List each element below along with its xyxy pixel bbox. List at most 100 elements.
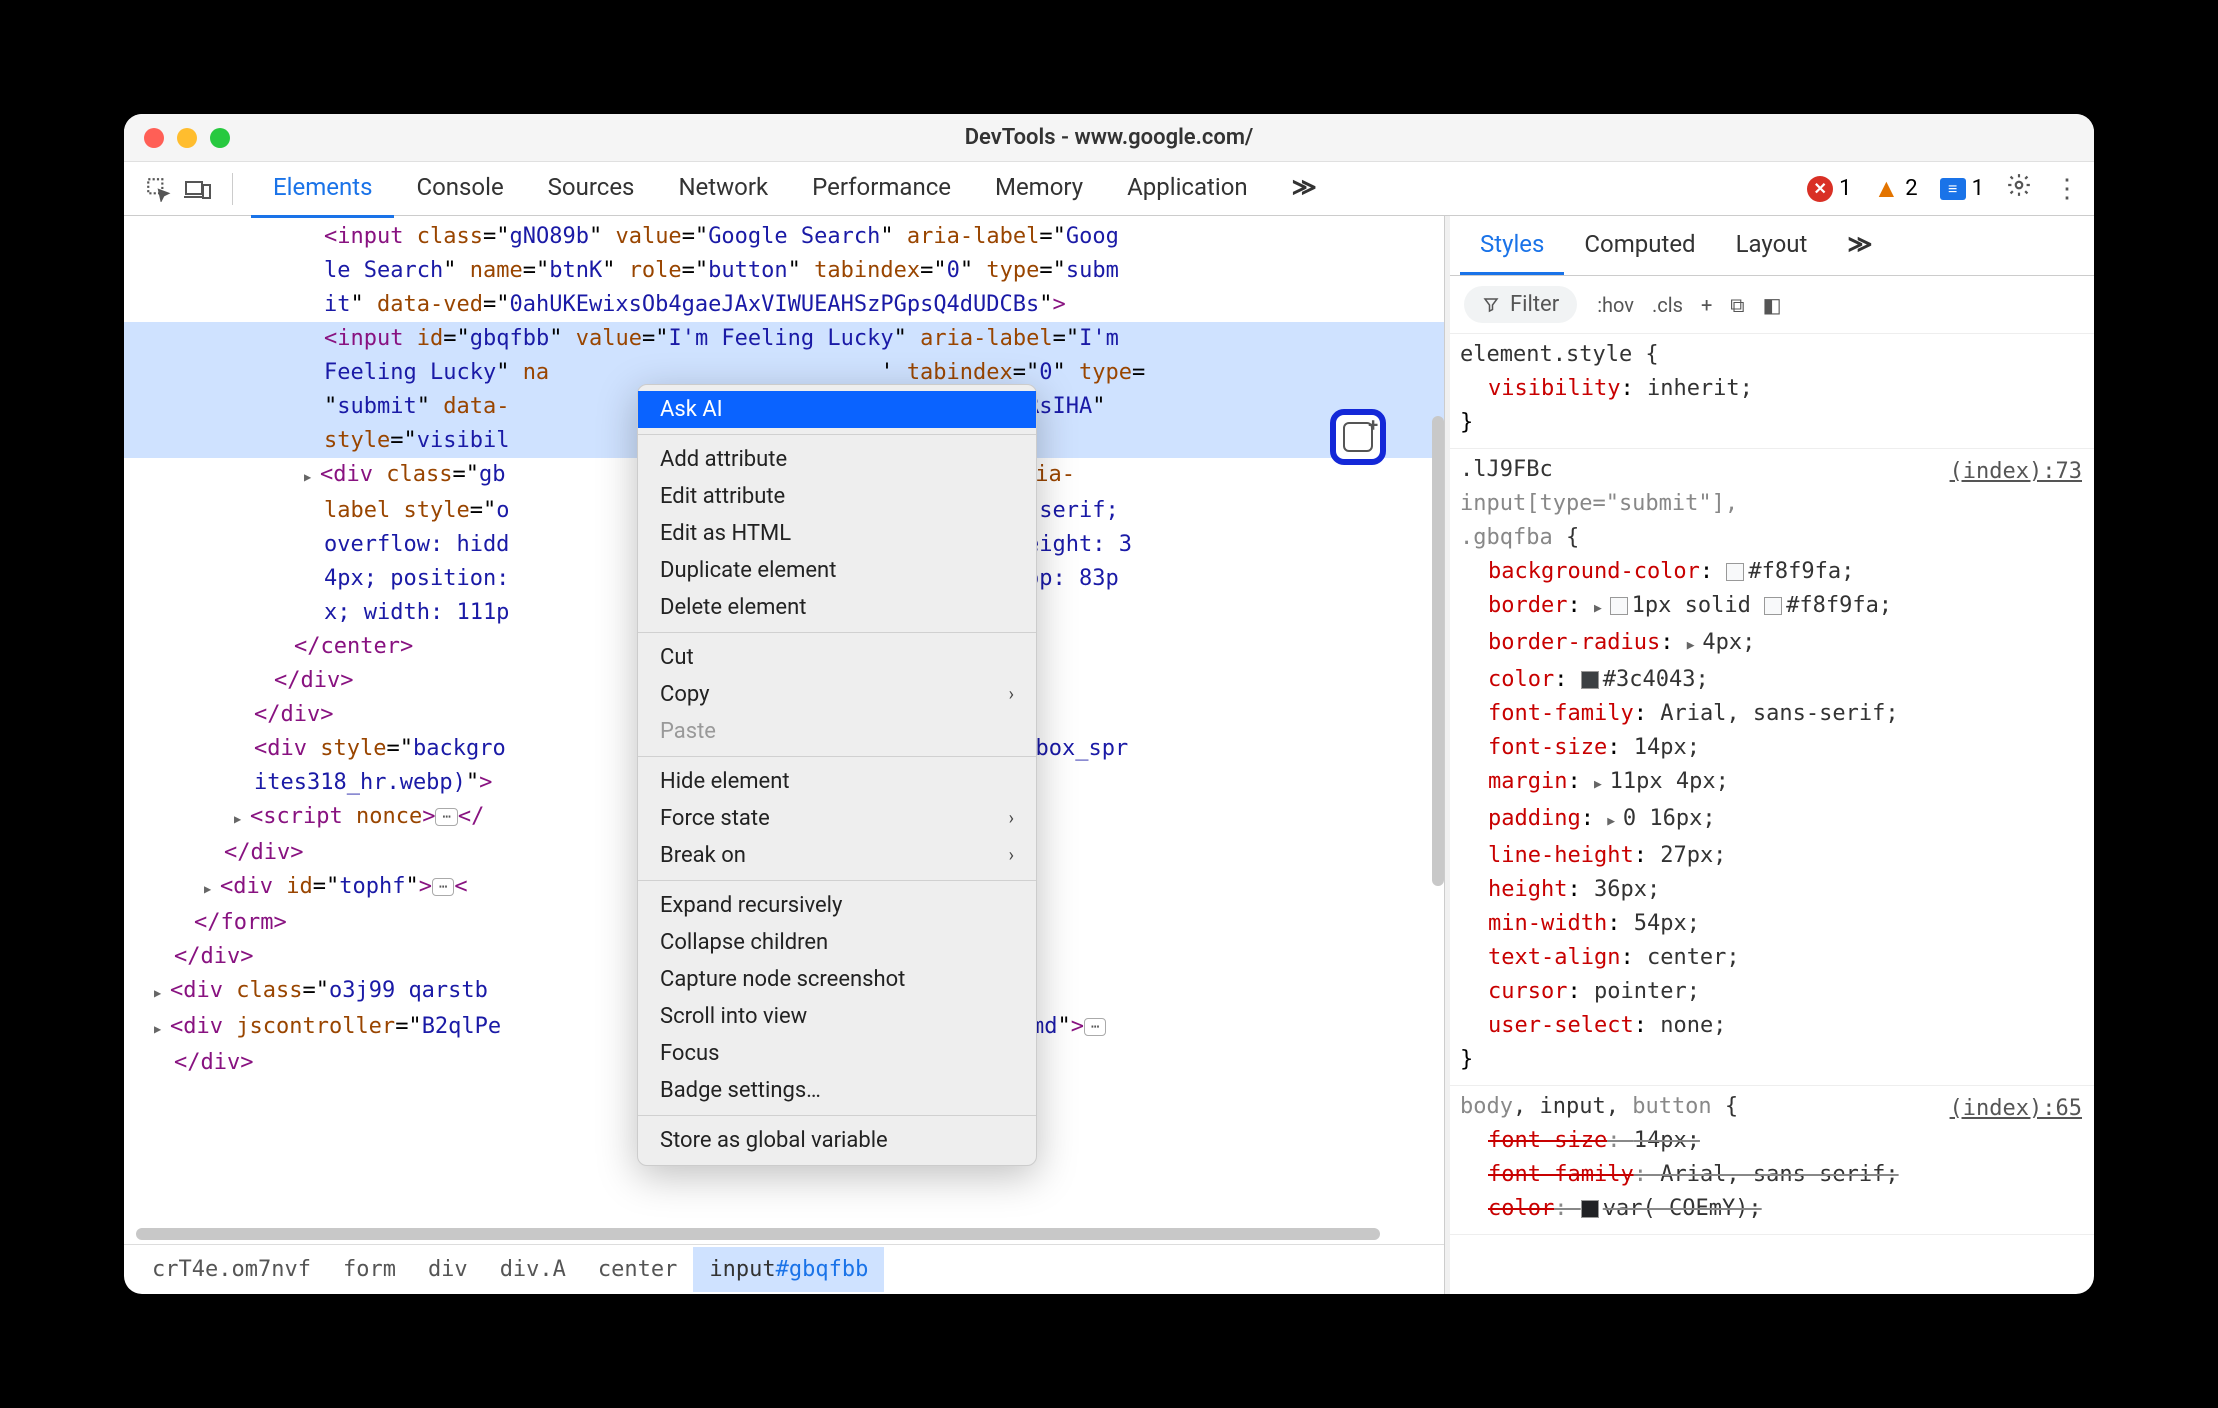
tab-sources[interactable]: Sources — [526, 159, 657, 218]
tabs-overflow-button[interactable]: ≫ — [1278, 159, 1331, 218]
menu-item-duplicate-element[interactable]: Duplicate element — [638, 552, 1036, 589]
css-property[interactable]: height: 36px; — [1460, 873, 2084, 907]
issues-badge[interactable]: ≡ 1 — [1940, 176, 1984, 201]
menu-item-edit-as-html[interactable]: Edit as HTML — [638, 515, 1036, 552]
rule-source-link[interactable]: (index):73 — [1950, 455, 2082, 489]
css-property[interactable]: font-size: 14px; — [1460, 731, 2084, 765]
ask-ai-button[interactable] — [1330, 409, 1386, 465]
traffic-lights — [144, 128, 230, 148]
tab-elements[interactable]: Elements — [251, 159, 394, 218]
breadcrumb-item[interactable]: crT4e.om7nvf — [136, 1247, 327, 1292]
css-property[interactable]: background-color: #f8f9fa; — [1460, 555, 2084, 589]
styles-tool-hov[interactable]: :hov — [1597, 293, 1634, 317]
breadcrumb-item[interactable]: input#gbqfbb — [693, 1247, 884, 1292]
main-toolbar: ElementsConsoleSourcesNetworkPerformance… — [124, 162, 2094, 216]
close-window-button[interactable] — [144, 128, 164, 148]
css-property[interactable]: color: var( COEmY); — [1460, 1192, 2084, 1226]
css-property[interactable]: font-family: Arial, sans-serif; — [1460, 1158, 2084, 1192]
css-property[interactable]: user-select: none; — [1460, 1009, 2084, 1043]
window-title: DevTools - www.google.com/ — [965, 125, 1254, 150]
device-toolbar-icon[interactable] — [182, 173, 214, 205]
css-property[interactable]: line-height: 27px; — [1460, 839, 2084, 873]
devtools-window: DevTools - www.google.com/ ElementsConso… — [124, 114, 2094, 1294]
menu-item-ask-ai[interactable]: Ask AI — [638, 391, 1036, 428]
tab-network[interactable]: Network — [656, 159, 790, 218]
breadcrumb-item[interactable]: center — [582, 1247, 693, 1292]
inspect-element-icon[interactable] — [142, 173, 174, 205]
css-property[interactable]: font-size: 14px; — [1460, 1124, 2084, 1158]
dom-node[interactable]: le Search" name="btnK" role="button" tab… — [124, 254, 1444, 288]
dom-node[interactable]: <input id="gbqfbb" value="I'm Feeling Lu… — [124, 322, 1444, 356]
styles-tool-icon[interactable]: ⧉ — [1730, 293, 1744, 317]
issues-count: 1 — [1972, 176, 1984, 201]
css-property[interactable]: visibility: inherit; — [1460, 372, 2084, 406]
css-property[interactable]: border: ▶ 1px solid #f8f9fa; — [1460, 589, 2084, 626]
errors-badge[interactable]: ✕ 1 — [1807, 176, 1851, 202]
more-menu-icon[interactable]: ⋮ — [2054, 174, 2076, 204]
scrollbar-thumb[interactable] — [136, 1228, 1380, 1240]
menu-item-copy[interactable]: Copy› — [638, 676, 1036, 713]
context-menu[interactable]: Ask AI Add attribute Edit attributeEdit as… — [637, 384, 1037, 1166]
rule-selector[interactable]: element.style { — [1460, 338, 2084, 372]
breadcrumb-item[interactable]: form — [327, 1247, 412, 1292]
warnings-badge[interactable]: ▲ 2 — [1874, 173, 1918, 204]
breadcrumb-item[interactable]: div.A — [484, 1247, 582, 1292]
menu-item-capture-node-screenshot[interactable]: Capture node screenshot — [638, 961, 1036, 998]
styles-filter-row: Filter :hov .cls + ⧉ ◧ — [1450, 276, 2094, 334]
menu-item-badge-settings-[interactable]: Badge settings… — [638, 1072, 1036, 1109]
dom-node[interactable]: it" data-ved="0ahUKEwixsOb4gaeJAxVIWUEAH… — [124, 288, 1444, 322]
scrollbar-thumb[interactable] — [1432, 416, 1444, 886]
styles-tool-cls[interactable]: .cls — [1652, 293, 1683, 317]
vertical-scrollbar[interactable] — [1432, 416, 1444, 886]
toolbar-right: ✕ 1 ▲ 2 ≡ 1 ⋮ — [1807, 172, 2076, 205]
css-property[interactable]: margin: ▶ 11px 4px; — [1460, 765, 2084, 802]
settings-icon[interactable] — [2006, 172, 2032, 205]
style-rule[interactable]: (index):65body, input, button {font-size… — [1450, 1086, 2094, 1235]
maximize-window-button[interactable] — [210, 128, 230, 148]
menu-item-collapse-children[interactable]: Collapse children — [638, 924, 1036, 961]
css-property[interactable]: font-family: Arial, sans-serif; — [1460, 697, 2084, 731]
menu-item-cut[interactable]: Cut — [638, 639, 1036, 676]
main-area: <input class="gNO89b" value="Google Sear… — [124, 216, 2094, 1294]
css-property[interactable]: min-width: 54px; — [1460, 907, 2084, 941]
menu-item-store-as-global-variable[interactable]: Store as global variable — [638, 1122, 1036, 1159]
menu-item-edit-attribute[interactable]: Edit attribute — [638, 478, 1036, 515]
menu-item-break-on[interactable]: Break on› — [638, 837, 1036, 874]
styles-filter-input[interactable]: Filter — [1464, 286, 1577, 323]
css-property[interactable]: color: #3c4043; — [1460, 663, 2084, 697]
menu-item-expand-recursively[interactable]: Expand recursively — [638, 887, 1036, 924]
tab-memory[interactable]: Memory — [973, 159, 1105, 218]
css-property[interactable]: text-align: center; — [1460, 941, 2084, 975]
tab-application[interactable]: Application — [1105, 159, 1270, 218]
style-rule[interactable]: element.style {visibility: inherit;} — [1450, 334, 2094, 449]
breadcrumb-item[interactable]: div — [412, 1247, 484, 1292]
error-icon: ✕ — [1807, 176, 1833, 202]
tab-performance[interactable]: Performance — [790, 159, 973, 218]
rule-source-link[interactable]: (index):65 — [1950, 1092, 2082, 1126]
menu-item-scroll-into-view[interactable]: Scroll into view — [638, 998, 1036, 1035]
menu-separator — [638, 632, 1036, 633]
styles-rules[interactable]: element.style {visibility: inherit;}(ind… — [1450, 334, 2094, 1294]
menu-item-delete-element[interactable]: Delete element — [638, 589, 1036, 626]
horizontal-scrollbar[interactable] — [136, 1228, 1432, 1240]
style-rule[interactable]: (index):73.lJ9FBcinput[type="submit"],.g… — [1450, 449, 2094, 1086]
styles-tab-styles[interactable]: Styles — [1460, 216, 1564, 275]
styles-tab-computed[interactable]: Computed — [1564, 216, 1715, 275]
css-property[interactable]: padding: ▶ 0 16px; — [1460, 802, 2084, 839]
menu-item-add-attribute[interactable]: Add attribute — [638, 441, 1036, 478]
css-property[interactable]: cursor: pointer; — [1460, 975, 2084, 1009]
rule-close-brace: } — [1460, 406, 2084, 440]
menu-item-force-state[interactable]: Force state› — [638, 800, 1036, 837]
dom-node[interactable]: <input class="gNO89b" value="Google Sear… — [124, 220, 1444, 254]
styles-tool-icon[interactable]: ◧ — [1763, 293, 1782, 317]
styles-tab-layout[interactable]: Layout — [1716, 216, 1828, 275]
menu-item-label: Add attribute — [660, 447, 787, 472]
titlebar: DevTools - www.google.com/ — [124, 114, 2094, 162]
menu-item-focus[interactable]: Focus — [638, 1035, 1036, 1072]
styles-tabs-overflow[interactable]: ≫ — [1827, 216, 1892, 275]
tab-console[interactable]: Console — [394, 159, 525, 218]
css-property[interactable]: border-radius: ▶ 4px; — [1460, 626, 2084, 663]
styles-tool-icon[interactable]: + — [1701, 293, 1712, 317]
menu-item-hide-element[interactable]: Hide element — [638, 763, 1036, 800]
minimize-window-button[interactable] — [177, 128, 197, 148]
